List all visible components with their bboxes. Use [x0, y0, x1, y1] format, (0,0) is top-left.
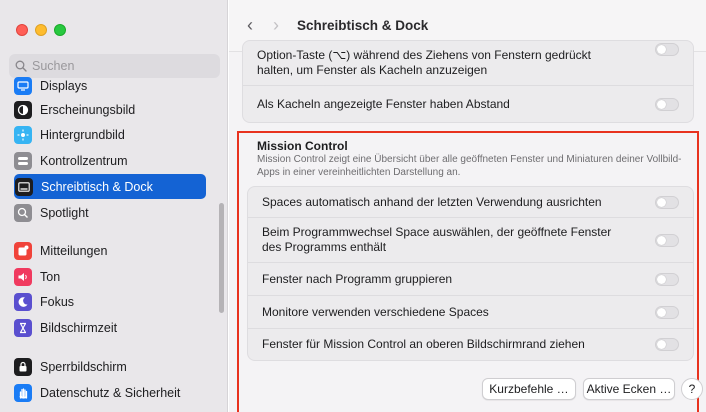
dock-icon — [15, 177, 33, 196]
search-icon — [15, 60, 27, 72]
sidebar-item-ton[interactable]: Ton — [14, 264, 206, 289]
settings-content: Option-Taste (⌥) während des Ziehens von… — [229, 40, 706, 412]
page-title: Schreibtisch & Dock — [297, 18, 429, 33]
close-window-button[interactable] — [16, 24, 28, 36]
sidebar-item-kontrollzentrum[interactable]: Kontrollzentrum — [14, 148, 206, 173]
minimize-window-button[interactable] — [35, 24, 47, 36]
setting-label: Fenster für Mission Control an oberen Bi… — [262, 337, 585, 351]
help-button[interactable]: ? — [681, 378, 703, 400]
back-chevron-icon[interactable]: ‹ — [247, 15, 253, 36]
sidebar-item-label: Kontrollzentrum — [40, 153, 128, 168]
appearance-icon — [14, 100, 32, 119]
spotlight-icon — [14, 203, 32, 222]
sidebar-item-sperrbildschirm[interactable]: Sperrbildschirm — [14, 354, 206, 379]
sidebar-item-label: Displays — [40, 78, 88, 93]
section-title: Mission Control — [257, 139, 348, 153]
setting-label: Beim Programmwechsel Space auswählen, de… — [262, 225, 612, 254]
setting-label: Option-Taste (⌥) während des Ziehens von… — [257, 48, 591, 77]
toggle-switch[interactable] — [655, 98, 679, 111]
sound-icon — [14, 267, 32, 286]
sidebar-item-erscheinungsbild[interactable]: Erscheinungsbild — [14, 97, 206, 122]
sidebar-item-label: Bildschirmzeit — [40, 320, 118, 335]
display-icon — [14, 76, 32, 95]
sidebar-item-hintergrundbild[interactable]: Hintergrundbild — [14, 122, 206, 147]
toggle-switch[interactable] — [655, 272, 679, 286]
sidebar-scrollbar[interactable] — [219, 203, 224, 313]
sidebar-item-label: Schreibtisch & Dock — [41, 179, 153, 194]
setting-label: Monitore verwenden verschiedene Spaces — [262, 304, 489, 319]
notifications-icon — [14, 241, 32, 260]
setting-label: Fenster nach Programm gruppieren — [262, 271, 453, 286]
sidebar-item-datenschutz-sicherheit[interactable]: Datenschutz & Sicherheit — [14, 380, 206, 405]
sidebar-item-label: Hintergrundbild — [40, 127, 125, 142]
setting-label: Spaces automatisch anhand der letzten Ve… — [262, 194, 602, 209]
windows-settings-group: Option-Taste (⌥) während des Ziehens von… — [242, 40, 694, 123]
search-input[interactable] — [32, 59, 202, 73]
toggle-switch[interactable] — [655, 338, 679, 351]
setting-row: Fenster nach Programm gruppieren — [248, 263, 693, 296]
setting-row: Spaces automatisch anhand der letzten Ve… — [248, 187, 693, 218]
sidebar-item-schreibtisch-dock[interactable]: Schreibtisch & Dock — [14, 174, 206, 199]
sidebar: Displays Erscheinungsbild Hintergrundbil… — [0, 0, 228, 412]
toggle-switch[interactable] — [655, 195, 679, 209]
sidebar-item-label: Datenschutz & Sicherheit — [40, 385, 181, 400]
setting-row: Fenster für Mission Control an oberen Bi… — [248, 329, 693, 360]
setting-row: Monitore verwenden verschiedene Spaces — [248, 296, 693, 329]
privacy-hand-icon — [14, 383, 32, 402]
lock-screen-icon — [14, 357, 32, 376]
setting-row: Option-Taste (⌥) während des Ziehens von… — [243, 41, 693, 86]
section-description: Mission Control zeigt eine Übersicht übe… — [257, 154, 682, 178]
sidebar-item-label: Spotlight — [40, 205, 89, 220]
mission-control-group: Spaces automatisch anhand der letzten Ve… — [247, 186, 694, 361]
sidebar-item-label: Mitteilungen — [40, 243, 108, 258]
toggle-switch[interactable] — [655, 233, 679, 247]
sidebar-item-mitteilungen[interactable]: Mitteilungen — [14, 238, 206, 263]
forward-chevron-icon[interactable]: › — [273, 15, 279, 36]
hot-corners-button[interactable]: Aktive Ecken … — [583, 378, 675, 400]
sidebar-item-spotlight[interactable]: Spotlight — [14, 200, 206, 225]
sidebar-item-label: Fokus — [40, 294, 75, 309]
control-center-icon — [14, 151, 32, 170]
shortcuts-button[interactable]: Kurzbefehle … — [482, 378, 576, 400]
toggle-switch[interactable] — [655, 305, 679, 319]
sidebar-item-bildschirmzeit[interactable]: Bildschirmzeit — [14, 315, 206, 340]
sidebar-item-label: Ton — [40, 269, 61, 284]
sidebar-item-label: Erscheinungsbild — [40, 102, 136, 117]
focus-icon — [14, 292, 32, 311]
window-controls — [16, 24, 66, 36]
sidebar-item-fokus[interactable]: Fokus — [14, 289, 206, 314]
sidebar-item-displays[interactable]: Displays — [14, 73, 206, 98]
sidebar-item-label: Sperrbildschirm — [40, 359, 127, 374]
setting-label: Als Kacheln angezeigte Fenster haben Abs… — [257, 97, 510, 111]
wallpaper-icon — [14, 125, 32, 144]
toggle-switch[interactable] — [655, 43, 679, 56]
screen-time-icon — [14, 318, 32, 337]
setting-row: Beim Programmwechsel Space auswählen, de… — [248, 218, 693, 263]
zoom-window-button[interactable] — [54, 24, 66, 36]
setting-row: Als Kacheln angezeigte Fenster haben Abs… — [243, 86, 693, 123]
main-pane: ‹ › Schreibtisch & Dock Option-Taste (⌥)… — [229, 0, 706, 412]
